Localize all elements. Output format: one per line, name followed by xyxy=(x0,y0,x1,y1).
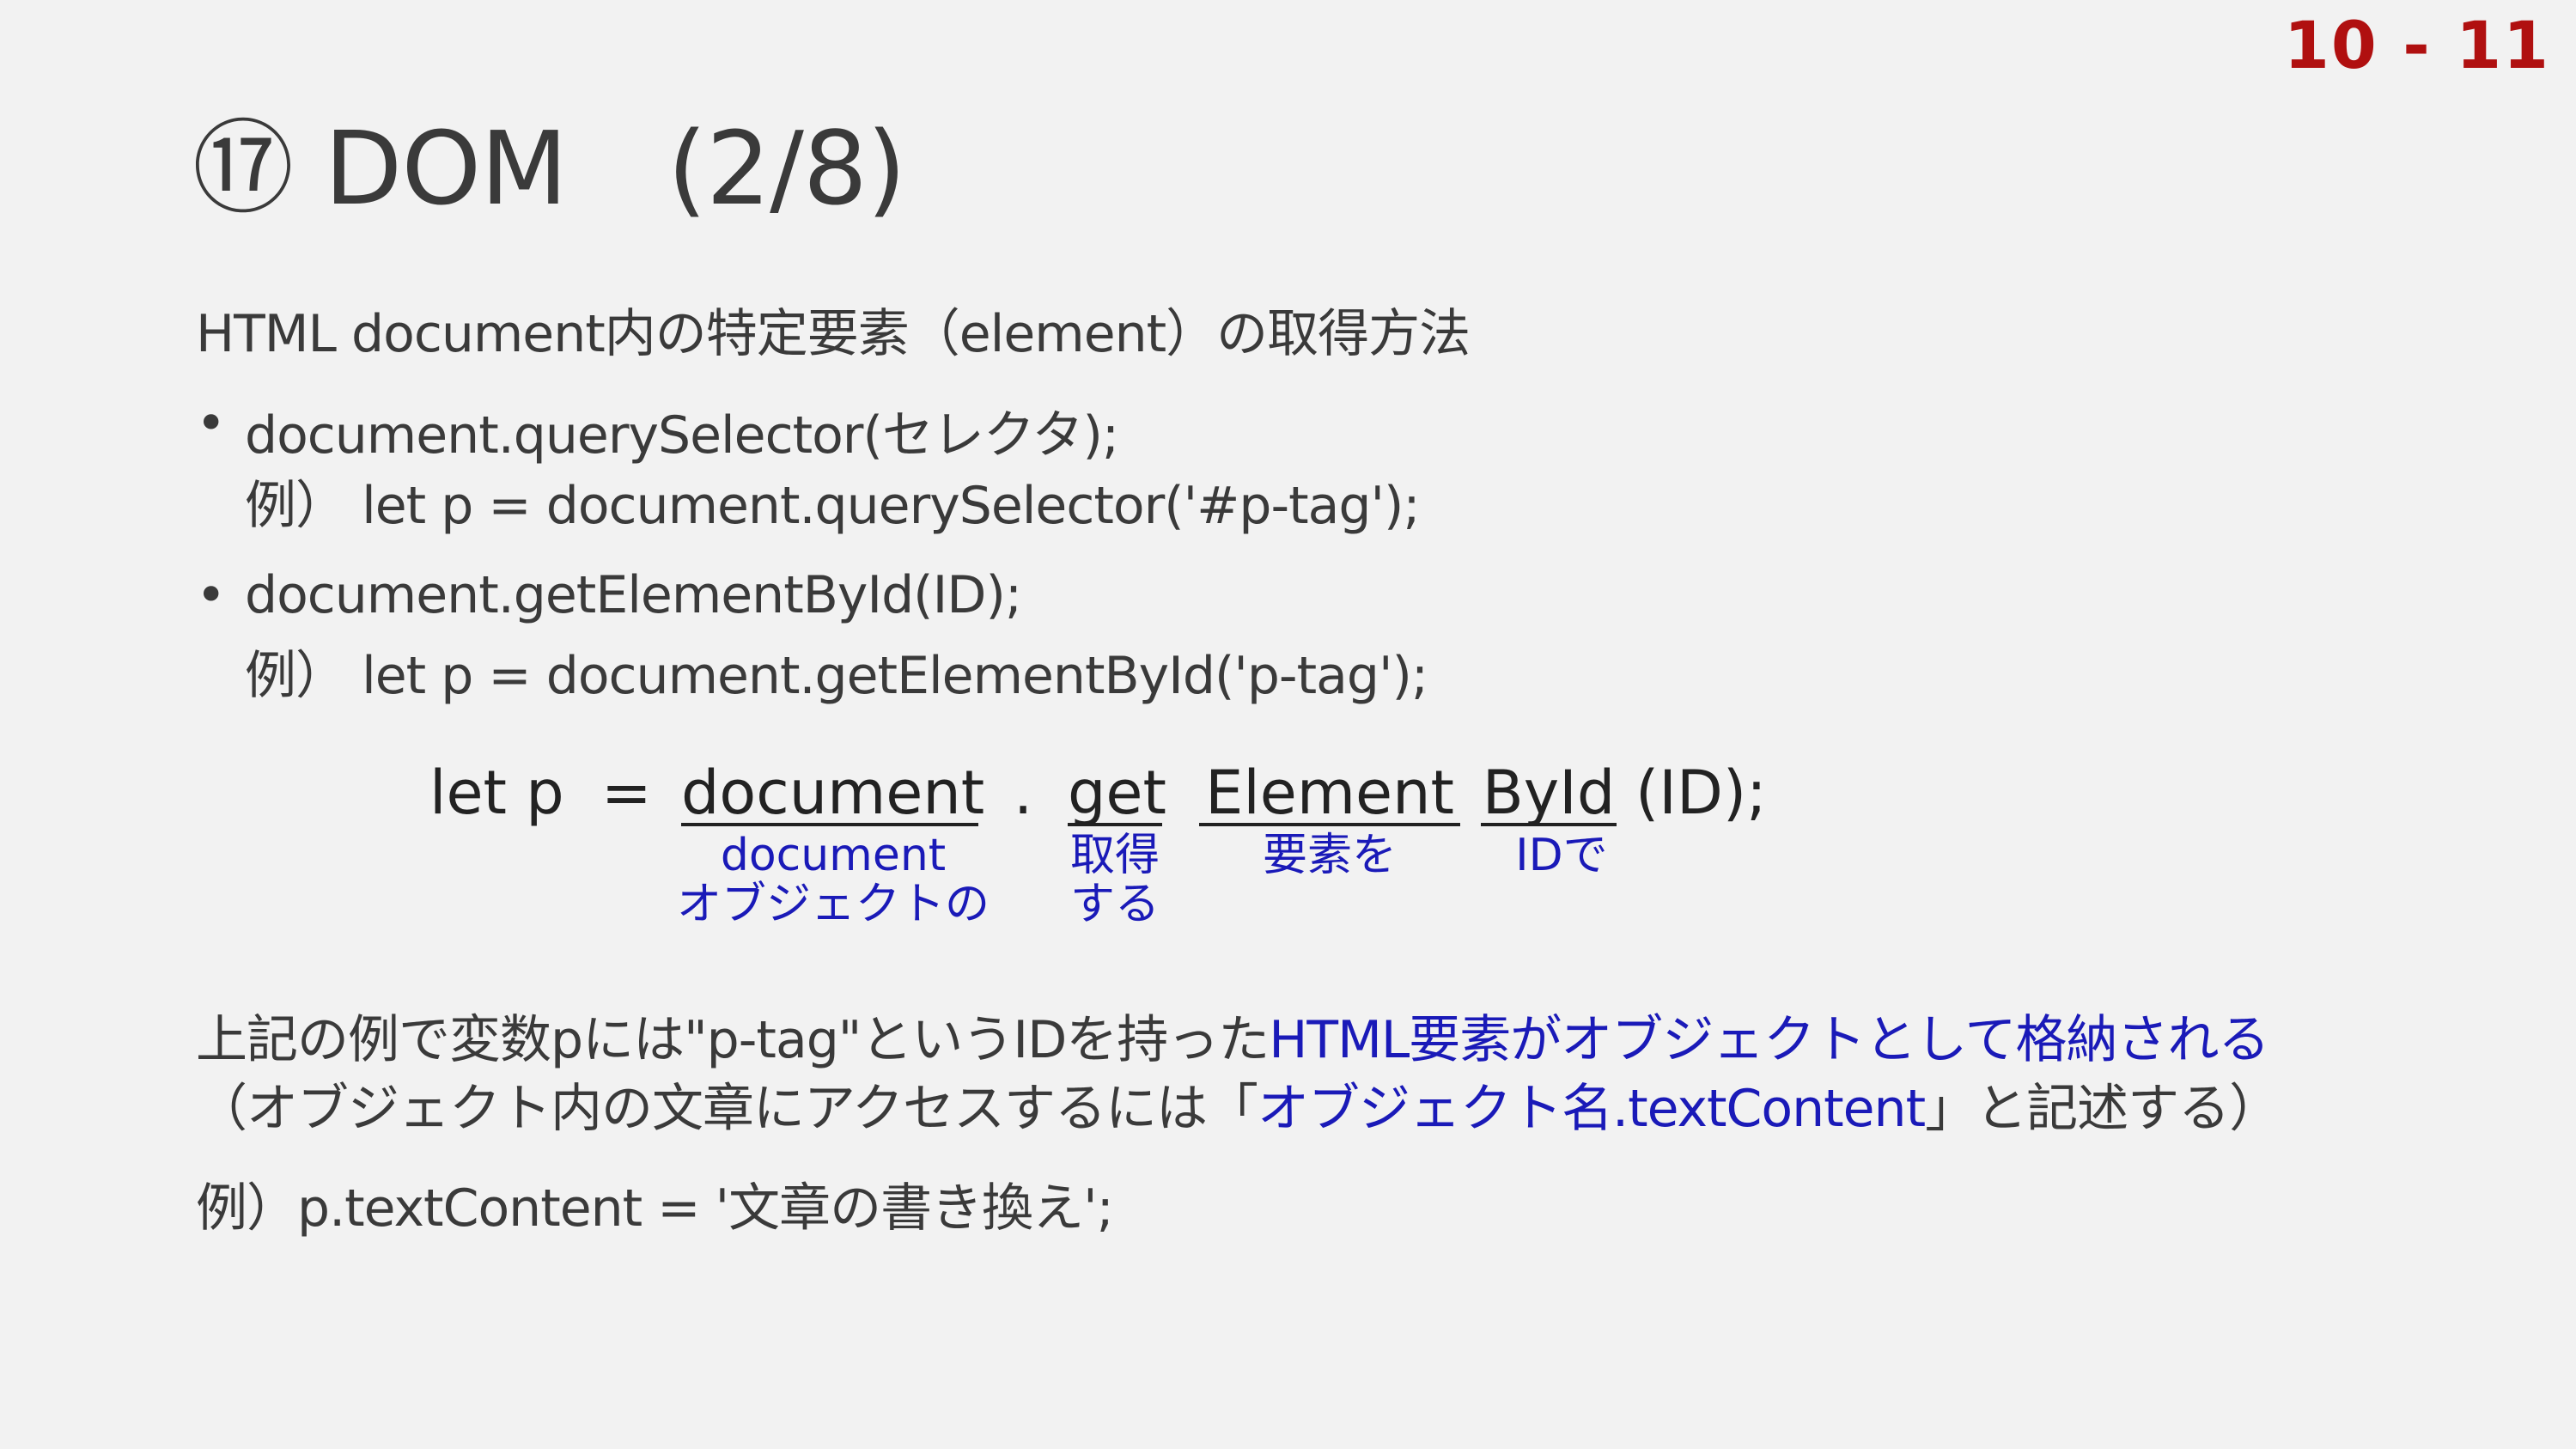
diagram-prefix: let p xyxy=(429,758,564,828)
diagram-suffix: (ID); xyxy=(1635,758,1767,828)
annotation-line: 取得 xyxy=(1069,830,1160,881)
bullet-item-code: document.getElementById(ID); xyxy=(245,565,1022,625)
annotation-line: 要素を xyxy=(1262,830,1397,881)
bullet-item-code: document.querySelector(セレクタ); xyxy=(245,405,1119,466)
bullet-icon: • xyxy=(196,393,227,454)
diagram-part-byid: ById xyxy=(1481,758,1617,828)
page-number: 10 - 11 xyxy=(2284,7,2550,83)
annotation-byid: IDで xyxy=(1493,831,1630,880)
diagram-dot: . xyxy=(1014,758,1033,828)
annotation-get: 取得 する xyxy=(1055,831,1175,929)
annotation-line: IDで xyxy=(1515,830,1608,881)
diagram-part-get: get xyxy=(1068,758,1166,828)
final-example: 例）p.textContent = '文章の書き換え'; xyxy=(196,1178,1114,1239)
diagram-part-document: document xyxy=(681,758,985,828)
annotation-line: オブジェクトの xyxy=(676,879,990,931)
bullet-icon: • xyxy=(196,565,227,625)
intro-text: HTML document内の特定要素（element）の取得方法 xyxy=(196,304,1471,364)
explanation-plain: （オブジェクト内の文章にアクセスするには「 xyxy=(196,1079,1258,1139)
annotation-line: する xyxy=(1069,879,1160,931)
explanation-line-2: （オブジェクト内の文章にアクセスするには「オブジェクト名.textContent… xyxy=(196,1067,2281,1142)
bullet-item-example: 例） let p = document.querySelector('#p-ta… xyxy=(245,476,1421,536)
explanation-highlight: HTML要素がオブジェクトとして格納される xyxy=(1269,1010,2269,1070)
explanation-plain: 」と記述する） xyxy=(1925,1079,2281,1139)
explanation-highlight: オブジェクト名.textContent xyxy=(1258,1079,1926,1139)
explanation-line-1: 上記の例で変数pには"p-tag"というIDを持ったHTML要素がオブジェクトと… xyxy=(196,998,2269,1073)
slide-title: ⑰ DOM (2/8) xyxy=(192,109,906,228)
diagram-part-element: Element xyxy=(1199,763,1460,826)
annotation-line: document xyxy=(720,830,947,881)
diagram-equals: = xyxy=(601,758,652,828)
annotation-element: 要素を xyxy=(1235,831,1424,880)
annotation-document: document オブジェクトの xyxy=(653,831,1014,929)
explanation-plain: 上記の例で変数pには"p-tag"というIDを持った xyxy=(196,1010,1270,1070)
bullet-item-example: 例） let p = document.getElementById('p-ta… xyxy=(245,646,1428,706)
